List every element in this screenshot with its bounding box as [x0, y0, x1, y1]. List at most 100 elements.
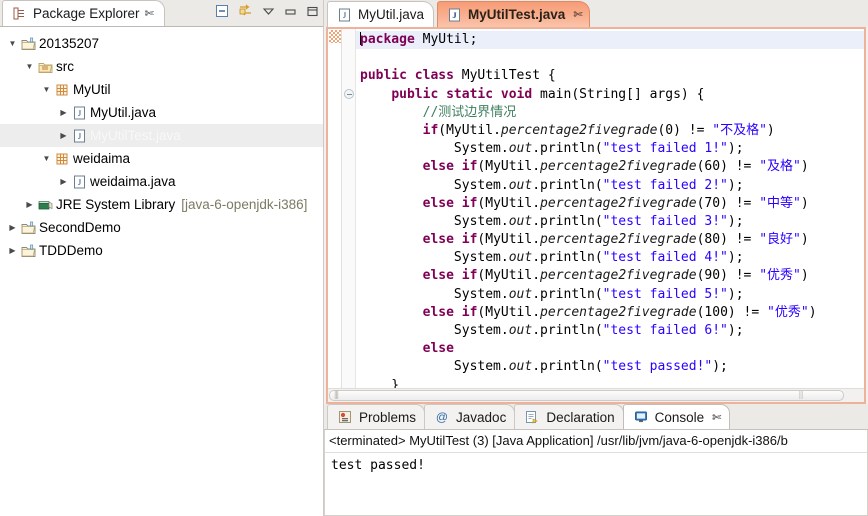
- code-token: percentage2fivegrade: [500, 122, 658, 138]
- chevron-down-icon[interactable]: ▼: [6, 39, 19, 48]
- tab-package-explorer[interactable]: Package Explorer ✄: [2, 0, 165, 26]
- tree-item-jre-system-library[interactable]: ▶ JRE System Library [java-6-openjdk-i386]: [0, 193, 323, 216]
- project-icon: [19, 221, 37, 235]
- code-token: (MyUtil.: [477, 304, 541, 320]
- link-with-editor-icon[interactable]: [238, 4, 253, 18]
- bottom-tab-javadoc[interactable]: @ Javadoc: [424, 404, 516, 429]
- close-icon[interactable]: ✄: [712, 411, 721, 424]
- collapse-all-icon[interactable]: [215, 4, 229, 18]
- code-token: percentage2fivegrade: [540, 268, 697, 284]
- console-view[interactable]: <terminated> MyUtilTest (3) [Java Applic…: [324, 430, 868, 516]
- code-token: (MyUtil.: [477, 268, 541, 284]
- code-token: out: [508, 213, 533, 229]
- code-line: else if(MyUtil.percentage2fivegrade(90) …: [360, 267, 864, 285]
- code-token: (MyUtil.: [438, 122, 501, 138]
- code-token: (80) !=: [696, 232, 760, 248]
- bottom-panel: Problems @ Javadoc Declaration Console ✄ <ter…: [324, 404, 868, 516]
- javadoc-icon: @: [433, 410, 451, 424]
- tree-item-label: MyUtil.java: [90, 105, 157, 120]
- maximize-icon[interactable]: [306, 5, 319, 18]
- code-token: (MyUtil.: [477, 195, 541, 211]
- code-token: MyUtilTest {: [453, 68, 556, 84]
- chevron-right-icon[interactable]: ▶: [57, 108, 70, 117]
- minimize-icon[interactable]: [284, 5, 297, 18]
- chevron-down-icon[interactable]: ▼: [40, 154, 53, 163]
- editor-annotation-ruler[interactable]: [328, 29, 342, 388]
- code-token: (60) !=: [696, 159, 760, 175]
- code-token: "及格": [759, 159, 801, 175]
- fold-collapse-icon[interactable]: [344, 89, 354, 99]
- code-area[interactable]: package MyUtil; public class MyUtilTest …: [356, 29, 864, 388]
- code-token: );: [712, 359, 728, 375]
- code-token: package: [360, 32, 415, 47]
- code-token: );: [727, 213, 744, 229]
- bottom-tab-label: Declaration: [546, 409, 615, 425]
- tree-item-label: weidaima.java: [90, 174, 176, 189]
- view-menu-icon[interactable]: [262, 5, 275, 18]
- svg-text:@: @: [436, 410, 448, 424]
- code-token: percentage2fivegrade: [540, 195, 697, 211]
- code-token: "优秀": [767, 304, 809, 320]
- tree-item-myutiltest-java[interactable]: ▶ J MyUtilTest.java: [0, 124, 323, 147]
- tree-item-label: MyUtil: [73, 82, 111, 97]
- console-output: test passed!: [331, 458, 425, 473]
- code-token: "中等": [759, 195, 801, 211]
- code-line: public class MyUtilTest {: [360, 67, 864, 85]
- tree-item-tdddemo[interactable]: ▶ TDDDemo: [0, 239, 323, 262]
- code-token: (90) !=: [696, 268, 760, 284]
- chevron-down-icon[interactable]: ▼: [40, 85, 53, 94]
- code-token: System.: [360, 323, 509, 338]
- tree-item-src[interactable]: ▼ src: [0, 55, 323, 78]
- tree-item-label: JRE System Library: [56, 197, 176, 212]
- chevron-right-icon[interactable]: ▶: [6, 223, 19, 232]
- tree-item-myutil[interactable]: ▼ MyUtil: [0, 78, 323, 101]
- code-line: if(MyUtil.percentage2fivegrade(0) != "不及…: [360, 122, 864, 140]
- tree-item-weidaima-java[interactable]: ▶ Jweidaima.java: [0, 170, 323, 193]
- editor-horizontal-scrollbar[interactable]: [328, 388, 864, 402]
- code-token: (100) !=: [696, 304, 768, 320]
- bottom-tab-declaration[interactable]: Declaration: [514, 404, 624, 429]
- code-line: System.out.println("test failed 4!");: [360, 249, 864, 267]
- bottom-tab-problems[interactable]: Problems: [327, 404, 426, 429]
- code-token: "test failed 1!": [602, 141, 728, 157]
- chevron-down-icon[interactable]: ▼: [23, 62, 36, 71]
- code-token: "test failed 6!": [602, 323, 728, 338]
- package-explorer-view: Package Explorer ✄ ▼ 20135207 ▼ src ▼ My…: [0, 0, 324, 516]
- chevron-right-icon[interactable]: ▶: [6, 246, 19, 255]
- java-file-icon: J: [70, 129, 88, 143]
- tree-item-weidaima[interactable]: ▼ weidaima: [0, 147, 323, 170]
- code-token: .println(: [532, 213, 603, 229]
- tree-item-seconddemo[interactable]: ▶ SecondDemo: [0, 216, 323, 239]
- close-icon[interactable]: ✄: [145, 7, 154, 20]
- tree-item-myutil-java[interactable]: ▶ J MyUtil.java: [0, 101, 323, 124]
- java-file-icon: J: [335, 8, 353, 22]
- bottom-tab-label: Console: [654, 409, 705, 425]
- bottom-tab-console[interactable]: Console ✄: [622, 404, 731, 429]
- code-line: System.out.println("test failed 3!");: [360, 213, 864, 231]
- bottom-tab-label: Problems: [359, 409, 417, 425]
- bottom-tab-label: Javadoc: [456, 409, 507, 425]
- close-icon[interactable]: ✄: [573, 8, 582, 21]
- code-line: System.out.println("test failed 1!");: [360, 140, 864, 158]
- project-tree[interactable]: ▼ 20135207 ▼ src ▼ MyUtil ▶ J MyUtil.java ▶ J MyUti…: [0, 27, 323, 516]
- code-token: percentage2fivegrade: [540, 232, 697, 248]
- editor-folding-ruler[interactable]: [342, 29, 356, 388]
- chevron-right-icon[interactable]: ▶: [23, 200, 36, 209]
- code-token: if: [422, 122, 439, 138]
- code-token: percentage2fivegrade: [540, 304, 697, 320]
- code-token: .println(: [532, 286, 603, 302]
- editor-tab-myutil-java[interactable]: J MyUtil.java: [327, 1, 435, 27]
- source-folder-icon: [36, 60, 54, 74]
- scrollbar-thumb[interactable]: [329, 389, 844, 401]
- code-token: main(String[] args) {: [532, 86, 705, 102]
- code-token: System.: [360, 359, 509, 375]
- chevron-right-icon[interactable]: ▶: [57, 177, 70, 186]
- code-line: }: [360, 377, 864, 388]
- editor-tab-myutiltest-java[interactable]: J MyUtilTest.java ✄: [437, 1, 590, 27]
- chevron-right-icon[interactable]: ▶: [57, 131, 70, 140]
- tree-item-20135207[interactable]: ▼ 20135207: [0, 32, 323, 55]
- code-token: .println(: [532, 177, 603, 193]
- code-token: (0) !=: [657, 122, 713, 138]
